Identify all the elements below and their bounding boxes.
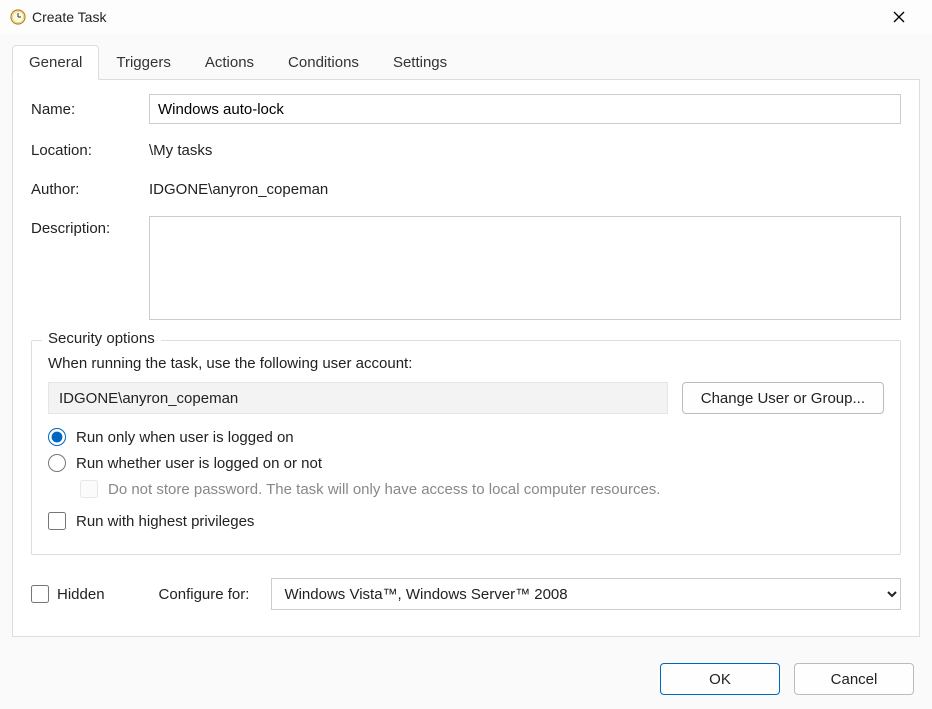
radio-run-logged-on-input[interactable] bbox=[48, 428, 66, 446]
configure-for-select[interactable]: Windows Vista™, Windows Server™ 2008 bbox=[271, 578, 901, 610]
window-title: Create Task bbox=[26, 9, 876, 25]
checkbox-highest-privileges-input[interactable] bbox=[48, 512, 66, 530]
tab-triggers[interactable]: Triggers bbox=[99, 45, 187, 80]
description-row: Description: bbox=[31, 216, 901, 320]
location-label: Location: bbox=[31, 142, 141, 159]
titlebar: Create Task bbox=[0, 0, 932, 34]
security-options-legend: Security options bbox=[42, 330, 161, 347]
checkbox-highest-privileges[interactable]: Run with highest privileges bbox=[48, 512, 884, 530]
radio-run-whether-label: Run whether user is logged on or not bbox=[76, 455, 322, 472]
when-running-text: When running the task, use the following… bbox=[48, 355, 884, 372]
name-label: Name: bbox=[31, 101, 141, 118]
author-row: Author: IDGONE\anyron_copeman bbox=[31, 177, 901, 202]
tabstrip: General Triggers Actions Conditions Sett… bbox=[12, 44, 920, 80]
checkbox-no-store-password-input bbox=[80, 480, 98, 498]
tab-actions[interactable]: Actions bbox=[188, 45, 271, 80]
user-account-value: IDGONE\anyron_copeman bbox=[48, 382, 668, 414]
change-user-button[interactable]: Change User or Group... bbox=[682, 382, 884, 414]
bottom-row: Hidden Configure for: Windows Vista™, Wi… bbox=[31, 577, 901, 611]
author-label: Author: bbox=[31, 181, 141, 198]
radio-run-whether[interactable]: Run whether user is logged on or not bbox=[48, 454, 884, 472]
dialog-body: General Triggers Actions Conditions Sett… bbox=[0, 34, 932, 649]
account-row: IDGONE\anyron_copeman Change User or Gro… bbox=[48, 382, 884, 414]
checkbox-hidden-input[interactable] bbox=[31, 585, 49, 603]
checkbox-no-store-password: Do not store password. The task will onl… bbox=[48, 480, 884, 498]
configure-for-label: Configure for: bbox=[159, 586, 250, 603]
checkbox-hidden-label: Hidden bbox=[57, 586, 105, 603]
checkbox-highest-privileges-label: Run with highest privileges bbox=[76, 513, 254, 530]
dialog-button-bar: OK Cancel bbox=[0, 649, 932, 709]
author-value: IDGONE\anyron_copeman bbox=[149, 177, 901, 202]
tab-panel-general: Name: Location: \My tasks Author: IDGONE… bbox=[12, 80, 920, 637]
tab-settings[interactable]: Settings bbox=[376, 45, 464, 80]
description-label: Description: bbox=[31, 216, 141, 237]
security-options-group: Security options When running the task, … bbox=[31, 340, 901, 555]
description-input[interactable] bbox=[149, 216, 901, 320]
location-value: \My tasks bbox=[149, 138, 901, 163]
name-row: Name: bbox=[31, 94, 901, 124]
checkbox-no-store-password-label: Do not store password. The task will onl… bbox=[108, 481, 660, 498]
clock-icon bbox=[10, 9, 26, 25]
radio-run-logged-on[interactable]: Run only when user is logged on bbox=[48, 428, 884, 446]
close-icon bbox=[893, 11, 905, 23]
tab-conditions[interactable]: Conditions bbox=[271, 45, 376, 80]
close-button[interactable] bbox=[876, 2, 922, 32]
tab-general[interactable]: General bbox=[12, 45, 99, 80]
location-row: Location: \My tasks bbox=[31, 138, 901, 163]
ok-button[interactable]: OK bbox=[660, 663, 780, 695]
radio-run-logged-on-label: Run only when user is logged on bbox=[76, 429, 294, 446]
cancel-button[interactable]: Cancel bbox=[794, 663, 914, 695]
radio-run-whether-input[interactable] bbox=[48, 454, 66, 472]
checkbox-hidden[interactable]: Hidden bbox=[31, 585, 105, 603]
name-input[interactable] bbox=[149, 94, 901, 124]
create-task-dialog: Create Task General Triggers Actions Con… bbox=[0, 0, 932, 709]
